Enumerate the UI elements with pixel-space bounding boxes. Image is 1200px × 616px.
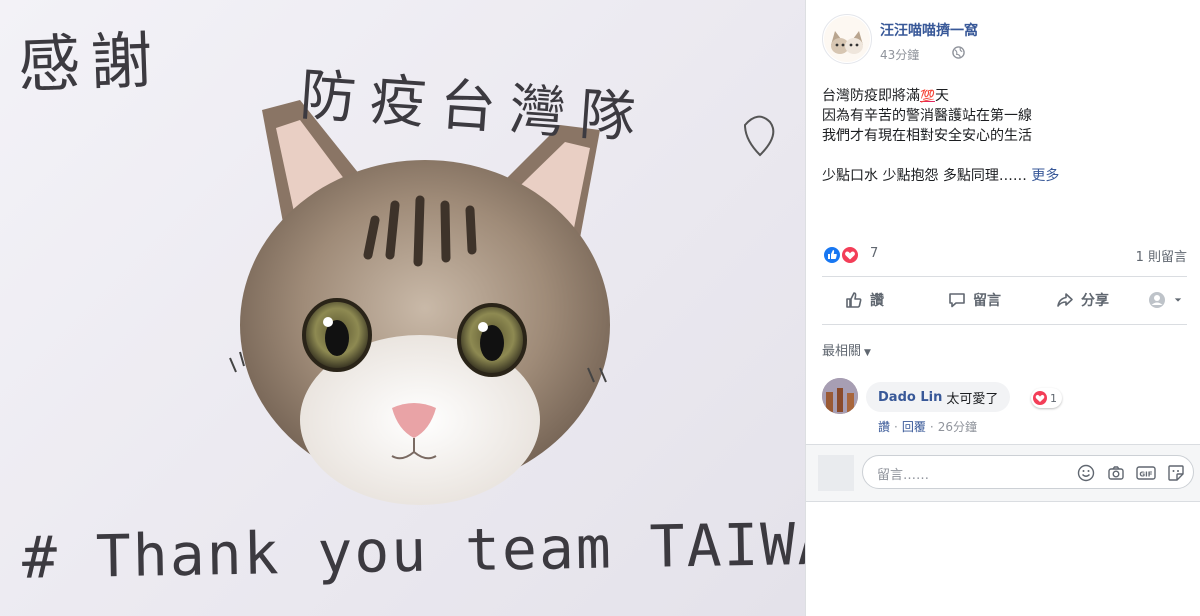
post-timestamp[interactable]: 43分鐘 xyxy=(880,46,919,63)
comment-input[interactable]: 留言…… GIF xyxy=(862,455,1194,489)
comment-like-link[interactable]: 讚 xyxy=(878,420,890,434)
comment-reaction-count: 1 xyxy=(1050,391,1057,405)
handwriting-thank-you: # Thank you team TAIWAN! xyxy=(21,508,805,592)
globe-icon xyxy=(952,46,965,59)
like-button[interactable]: 讚 xyxy=(844,284,884,316)
divider xyxy=(822,324,1187,325)
comment-reactions[interactable]: 1 xyxy=(1031,388,1062,408)
reaction-count[interactable]: 7 xyxy=(870,246,878,261)
comment-reply-link[interactable]: 回覆 xyxy=(902,420,926,434)
post-message: 台灣防疫即將滿💯天 因為有辛苦的警消醫護站在第一線 我們才有現在相對安全安心的生… xyxy=(822,86,1187,186)
smiley-icon[interactable] xyxy=(1075,462,1097,484)
comment-button-label: 留言 xyxy=(973,293,1001,309)
share-button-label: 分享 xyxy=(1081,293,1109,309)
comment-time[interactable]: 26分鐘 xyxy=(938,420,977,434)
comment-actions: 讚 · 回覆 · 26分鐘 xyxy=(878,420,977,434)
share-arrow-icon xyxy=(1057,293,1073,307)
composer-avatar xyxy=(818,455,854,491)
gif-icon[interactable]: GIF xyxy=(1135,462,1157,484)
comment-text: 太可愛了 xyxy=(946,391,999,407)
cat-dog-logo-icon xyxy=(824,16,870,62)
viewer-avatar-icon xyxy=(1149,292,1165,308)
divider xyxy=(822,276,1187,277)
viewer-avatar-selector[interactable] xyxy=(1148,284,1182,316)
chevron-down-icon xyxy=(1174,298,1182,302)
comment-item: Dado Lin 太可愛了 1 讚 · 回覆 · 26分鐘 xyxy=(822,378,1192,438)
love-reaction-icon[interactable] xyxy=(840,245,860,265)
post-header: 汪汪喵喵擠一窩 43分鐘 xyxy=(822,14,1192,64)
comment-sort-label: 最相關 xyxy=(822,344,862,359)
commenter-avatar[interactable] xyxy=(822,378,858,414)
comment-input-placeholder: 留言…… xyxy=(877,468,930,483)
see-more-link[interactable]: 更多 xyxy=(1031,168,1059,184)
comment-author-link[interactable]: Dado Lin xyxy=(878,390,942,405)
post-line-2: 因為有辛苦的警消醫護站在第一線 xyxy=(822,108,1032,124)
comment-count[interactable]: 1 則留言 xyxy=(1136,246,1187,265)
sticker-icon[interactable] xyxy=(1165,462,1187,484)
love-reaction-icon xyxy=(1033,391,1047,405)
page-avatar[interactable] xyxy=(822,14,872,64)
like-button-label: 讚 xyxy=(870,293,884,309)
post-line-4: 少點口水 少點抱怨 多點同理…… 更多 xyxy=(822,168,1060,184)
comment-bubble: Dado Lin 太可愛了 xyxy=(866,382,1011,412)
post-details-panel: 汪汪喵喵擠一窩 43分鐘 台灣防疫即將滿💯天 因為有辛苦的警消醫護站在第一線 我… xyxy=(805,0,1200,616)
post-photo[interactable]: 感謝 防疫台灣隊 # Thank you team TAIWAN! xyxy=(0,0,805,616)
svg-text:GIF: GIF xyxy=(1139,471,1152,479)
commenter-photo xyxy=(822,378,858,414)
reactions-bar: 7 1 則留言 xyxy=(822,244,1187,266)
comment-sort-dropdown[interactable]: 最相關 ▼ xyxy=(822,340,871,359)
like-reaction-icon[interactable] xyxy=(822,245,842,265)
thumbs-up-icon xyxy=(846,292,862,308)
page-name-link[interactable]: 汪汪喵喵擠一窩 xyxy=(880,20,978,40)
post-line-3: 我們才有現在相對安全安心的生活 xyxy=(822,128,1032,144)
speech-bubble-icon xyxy=(949,293,965,308)
handwriting-thanks: 感謝 xyxy=(16,23,164,102)
composer-tools: GIF xyxy=(1075,462,1187,484)
post-line-1: 台灣防疫即將滿💯天 xyxy=(822,88,949,104)
post-actions: 讚 留言 分享 xyxy=(822,284,1187,316)
share-button[interactable]: 分享 xyxy=(1055,284,1109,316)
caret-down-icon: ▼ xyxy=(864,348,871,358)
camera-icon[interactable] xyxy=(1105,462,1127,484)
comment-composer: 留言…… GIF xyxy=(806,444,1200,502)
hundred-emoji: 💯 xyxy=(920,89,935,103)
comment-button[interactable]: 留言 xyxy=(947,284,1001,316)
